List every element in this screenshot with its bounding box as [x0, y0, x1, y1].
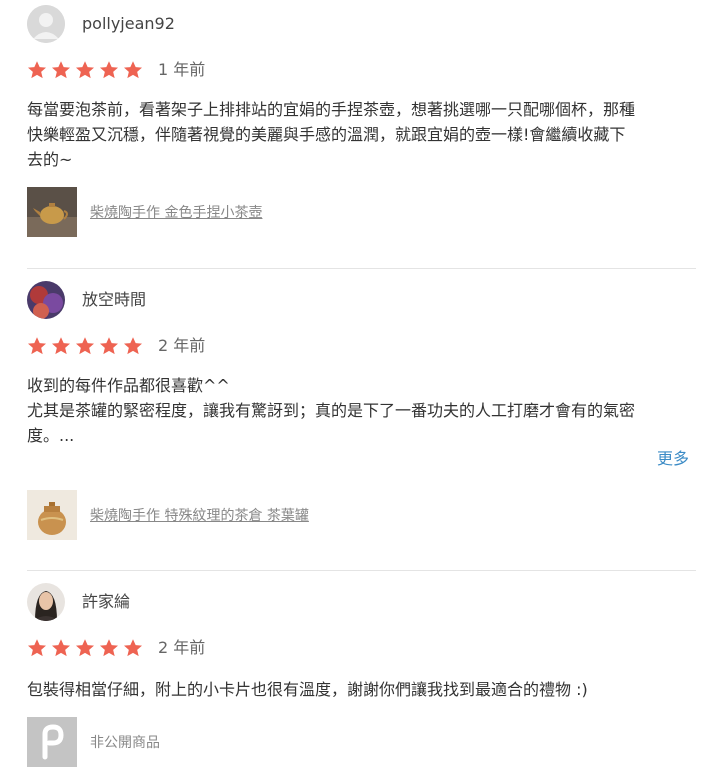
tea-jar-photo [27, 490, 77, 540]
review-time: 2 年前 [158, 336, 206, 355]
product-thumbnail [27, 717, 77, 767]
star-icon [27, 638, 51, 658]
star-icon [99, 60, 123, 80]
star-icon [123, 336, 147, 356]
review-time: 1 年前 [158, 60, 206, 79]
username[interactable]: 許家綸 [82, 592, 130, 612]
star-icon [99, 336, 123, 356]
review-text-line: 包裝得相當仔細，附上的小卡片也很有溫度，謝謝你們讓我找到最適合的禮物 :) [27, 680, 588, 699]
star-icon [51, 638, 75, 658]
star-rating [27, 60, 147, 80]
product-link[interactable]: 柴燒陶手作 特殊紋理的茶倉 茶葉罐 [90, 507, 309, 525]
star-icon [75, 336, 99, 356]
product-thumbnail[interactable] [27, 187, 77, 237]
review-text-line: 快樂輕盈又沉穩，伴隨著視覺的美麗與手感的溫潤，就跟宜娟的壺一樣!會繼續收藏下 [27, 125, 626, 144]
product-thumbnail[interactable] [27, 490, 77, 540]
review-text: 每當要泡茶前，看著架子上排排站的宜娟的手捏茶壺，想著挑選哪一只配哪個杯，那種 快… [27, 97, 699, 172]
review-text-line: 每當要泡茶前，看著架子上排排站的宜娟的手捏茶壺，想著挑選哪一只配哪個杯，那種 [27, 100, 636, 119]
review-text-line: 收到的每件作品都很喜歡^^ [27, 376, 230, 395]
star-icon [123, 638, 147, 658]
star-icon [51, 60, 75, 80]
avatar[interactable] [27, 5, 65, 43]
star-rating [27, 336, 147, 356]
star-icon [27, 336, 51, 356]
read-more-link[interactable]: 更多 [657, 449, 689, 469]
divider [27, 268, 696, 269]
star-icon [75, 60, 99, 80]
star-icon [123, 60, 147, 80]
review-time: 2 年前 [158, 638, 206, 657]
avatar[interactable] [27, 281, 65, 319]
star-icon [99, 638, 123, 658]
teapot-photo [27, 187, 77, 237]
default-user-icon [27, 5, 65, 43]
avatar[interactable] [27, 583, 65, 621]
star-icon [27, 60, 51, 80]
divider [27, 570, 696, 571]
review-text-line: 度。... [27, 426, 75, 445]
username[interactable]: 放空時間 [82, 290, 146, 310]
review-text-line: 去的~ [27, 150, 73, 169]
product-link[interactable]: 柴燒陶手作 金色手捏小茶壺 [90, 204, 262, 222]
star-rating [27, 638, 147, 658]
pinkoi-logo-icon [27, 717, 77, 767]
user-photo [27, 583, 65, 621]
product-name: 非公開商品 [90, 735, 160, 751]
review-text: 包裝得相當仔細，附上的小卡片也很有溫度，謝謝你們讓我找到最適合的禮物 :) [27, 677, 699, 702]
star-icon [75, 638, 99, 658]
star-icon [51, 336, 75, 356]
review-text-line: 尤其是茶罐的緊密程度，讓我有驚訝到；真的是下了一番功夫的人工打磨才會有的氣密 [27, 401, 636, 420]
username[interactable]: pollyjean92 [82, 14, 175, 34]
review-text: 收到的每件作品都很喜歡^^ 尤其是茶罐的緊密程度，讓我有驚訝到；真的是下了一番功… [27, 373, 699, 448]
user-photo [27, 281, 65, 319]
